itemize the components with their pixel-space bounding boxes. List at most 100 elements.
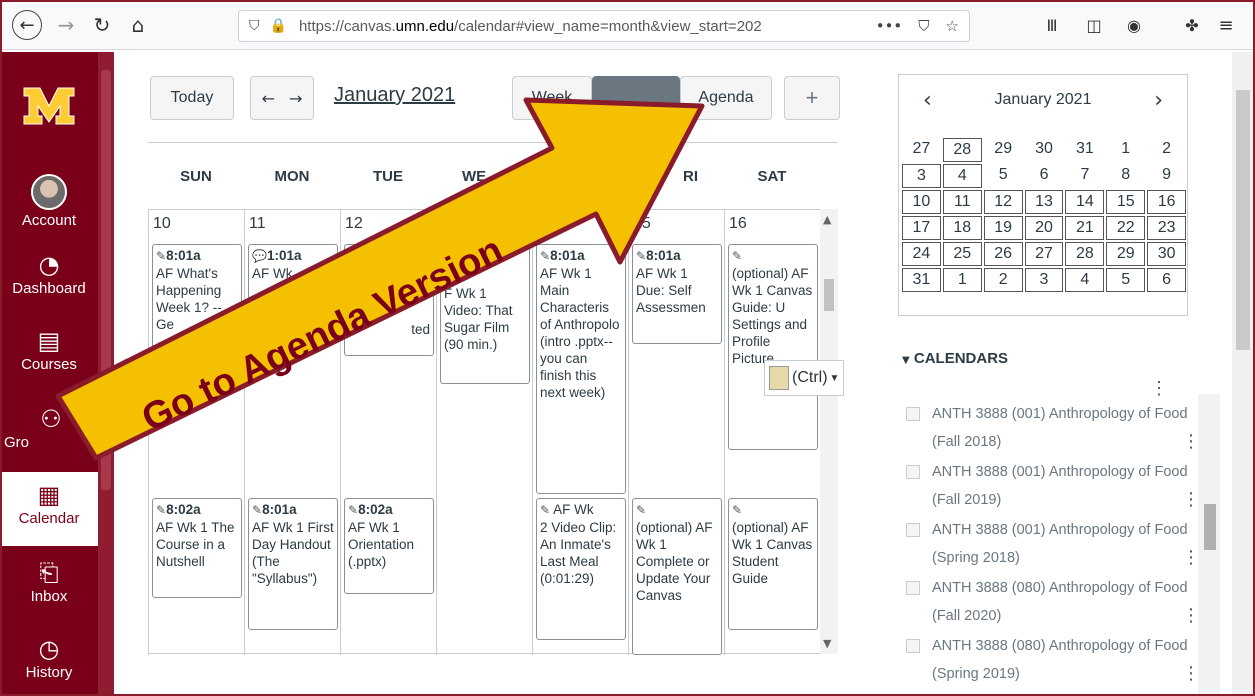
paste-options-button[interactable]: (Ctrl) ▼	[764, 360, 844, 396]
calendar-list-item[interactable]: ANTH 3888 (080) Anthropology of Food (Fa…	[904, 574, 1204, 632]
day-column[interactable]: 12 ted ✎8:02a AF Wk 1 Orientation (.pptx)	[340, 210, 436, 655]
nav-courses[interactable]: ▤ Courses	[0, 326, 98, 373]
mini-calendar-day[interactable]: 19	[983, 216, 1023, 240]
prev-arrow-icon[interactable]: ←	[262, 89, 275, 108]
mini-calendar-day[interactable]: 25	[942, 242, 982, 266]
mini-calendar-day[interactable]: 4	[1065, 268, 1105, 292]
agenda-view-button[interactable]: Agenda	[680, 76, 772, 120]
checkbox[interactable]	[906, 639, 920, 653]
mini-calendar-day[interactable]: 2	[983, 268, 1023, 292]
add-event-button[interactable]: +	[784, 76, 840, 120]
mini-calendar-day[interactable]: 13	[1024, 190, 1064, 214]
mini-calendar-day[interactable]: 5	[984, 164, 1023, 188]
page-scrollbar[interactable]	[1232, 52, 1254, 696]
mini-calendar-day[interactable]: 2	[1147, 138, 1186, 162]
mini-calendar-day[interactable]: 29	[1106, 242, 1146, 266]
calendars-heading[interactable]: ▼ CALENDARS	[902, 350, 1008, 367]
pocket-icon[interactable]: ⛉	[918, 17, 929, 35]
calendar-event[interactable]: ted	[344, 244, 434, 356]
calendar-event[interactable]: ✎8:02a AF Wk 1 Orientation (.pptx)	[344, 498, 434, 594]
nav-account[interactable]: Account	[0, 174, 98, 229]
calendar-list-item[interactable]: ANTH 3888 (080) Anthropology of Food (Sp…	[904, 632, 1204, 690]
mini-calendar-day[interactable]: 3	[902, 164, 941, 188]
sidebar-toggle-icon[interactable]: ◫	[1082, 10, 1106, 40]
mini-calendar-day[interactable]: 31	[1065, 138, 1104, 162]
calendar-event[interactable]: ✎8:01a AF Wk 1 Main Characteris of Anthro…	[536, 244, 626, 494]
mini-calendar-day[interactable]: 31	[902, 268, 941, 292]
day-column[interactable]: 10 ✎8:01a AF What's Happening Week 1? -- …	[148, 210, 244, 655]
nav-groups[interactable]: ⚇ Gro	[0, 404, 98, 451]
calendar-event[interactable]: F Wk 1 Video: That Sugar Film (90 min.)	[440, 244, 530, 384]
mini-prev-icon[interactable]: ‹	[923, 88, 932, 113]
mini-calendar-day[interactable]: 30	[1025, 138, 1064, 162]
mini-calendar-day[interactable]: 27	[902, 138, 941, 162]
month-title[interactable]: January 2021	[334, 84, 455, 107]
mini-calendar-day[interactable]: 23	[1147, 216, 1187, 240]
mini-calendar-day[interactable]: 17	[902, 216, 941, 240]
nav-dashboard[interactable]: ◔ Dashboard	[0, 250, 98, 297]
mini-calendar-day[interactable]: 4	[942, 164, 982, 188]
mini-calendar-day[interactable]: 6	[1147, 268, 1187, 292]
forward-arrow-icon[interactable]: →	[54, 10, 78, 40]
scroll-down-icon[interactable]: ▼	[823, 637, 831, 650]
checkbox[interactable]	[906, 523, 920, 537]
mini-calendar-day[interactable]: 8	[1106, 164, 1145, 188]
home-icon[interactable]: ⌂	[126, 10, 150, 40]
library-icon[interactable]: Ⅲ	[1040, 10, 1064, 40]
mini-calendar-day[interactable]: 11	[942, 190, 982, 214]
checkbox[interactable]	[906, 407, 920, 421]
nav-calendar[interactable]: ▦ Calendar	[0, 472, 98, 546]
calendar-event[interactable]: ✎8:01a AF Wk 1 First Day Handout (The "Sy…	[248, 498, 338, 630]
mini-calendar-day[interactable]: 28	[1065, 242, 1105, 266]
mini-calendar-day[interactable]: 18	[942, 216, 982, 240]
sidebar-scrollbar[interactable]	[98, 52, 114, 696]
mini-calendar-day[interactable]: 1	[942, 268, 982, 292]
calendar-event[interactable]: ✎8:02a AF Wk 1 The Course in a Nutshell	[152, 498, 242, 598]
mini-calendar-day[interactable]: 26	[983, 242, 1023, 266]
calendar-event[interactable]: ✎ (optional) AF Wk 1 Complete or Update Y…	[632, 498, 722, 655]
mini-calendar-day[interactable]: 6	[1025, 164, 1064, 188]
extensions-icon[interactable]: ✤	[1180, 10, 1204, 40]
mini-calendar-day[interactable]: 10	[902, 190, 941, 214]
day-column[interactable]: 11 💬1:01a AF Wk ✎8:01a AF Wk 1 First Day H…	[244, 210, 340, 655]
mini-calendar-day[interactable]: 12	[983, 190, 1023, 214]
mini-calendar-day[interactable]: 3	[1024, 268, 1064, 292]
mini-calendar-day[interactable]: 14	[1065, 190, 1105, 214]
mini-calendar-day[interactable]: 30	[1147, 242, 1187, 266]
calendar-list-item[interactable]: ANTH 3888 (001) Anthropology of Food (Sp…	[904, 516, 1204, 574]
calendar-list-item[interactable]: ANTH 3888 (001) Anthropology of Food (Fa…	[904, 458, 1204, 516]
mini-next-icon[interactable]: ›	[1154, 88, 1163, 113]
mini-calendar-day[interactable]: 7	[1066, 164, 1105, 188]
account-icon[interactable]: ◉	[1122, 10, 1146, 40]
calendar-event[interactable]: ✎ (optional) AF Wk 1 Canvas Student Guide	[728, 498, 818, 630]
calendar-list-item[interactable]: ANTH 3888 (001) Anthropology of Food (Fa…	[904, 400, 1204, 458]
university-logo[interactable]	[22, 86, 76, 126]
calendar-event[interactable]: 💬1:01a AF Wk	[248, 244, 338, 324]
calendar-list-scrollbar[interactable]	[1198, 394, 1220, 696]
checkbox[interactable]	[906, 581, 920, 595]
mini-calendar-day[interactable]: 27	[1024, 242, 1064, 266]
day-column[interactable]: 15 ✎8:01a AF Wk 1 Due: Self Assessmen ✎ (o…	[628, 210, 724, 655]
today-button[interactable]: Today	[150, 76, 234, 120]
calendar-event[interactable]: ✎ AF Wk 2 Video Clip: An Inmate's Last Me…	[536, 498, 626, 640]
scroll-up-icon[interactable]: ▲	[823, 213, 831, 226]
day-column[interactable]: F Wk 1 Video: That Sugar Film (90 min.)	[436, 210, 532, 655]
mini-calendar-day[interactable]: 21	[1065, 216, 1105, 240]
bookmark-star-icon[interactable]: ☆	[946, 17, 959, 35]
more-actions-icon[interactable]: •••	[876, 17, 903, 35]
month-view-button[interactable]	[592, 76, 680, 120]
nav-inbox[interactable]: ⎗ Inbox	[0, 558, 98, 605]
calendar-event[interactable]: ✎ (optional) AF Wk 1 Canvas Guide: U Sett…	[728, 244, 818, 450]
mini-calendar-day[interactable]: 28	[942, 138, 982, 162]
checkbox[interactable]	[906, 465, 920, 479]
calendar-event[interactable]: ✎8:01a AF What's Happening Week 1? -- Ge	[152, 244, 242, 374]
calendar-event[interactable]: ✎8:01a AF Wk 1 Due: Self Assessmen	[632, 244, 722, 344]
prev-next-buttons[interactable]: ← →	[250, 76, 314, 120]
back-arrow-icon[interactable]: ←	[12, 10, 42, 40]
mini-calendar-day[interactable]: 5	[1106, 268, 1146, 292]
mini-calendar-day[interactable]: 29	[984, 138, 1023, 162]
mini-calendar-day[interactable]: 9	[1147, 164, 1186, 188]
menu-icon[interactable]: ≡	[1214, 10, 1238, 40]
week-view-button[interactable]: Week	[512, 76, 592, 120]
kebab-icon[interactable]: ⋮	[1150, 378, 1168, 399]
